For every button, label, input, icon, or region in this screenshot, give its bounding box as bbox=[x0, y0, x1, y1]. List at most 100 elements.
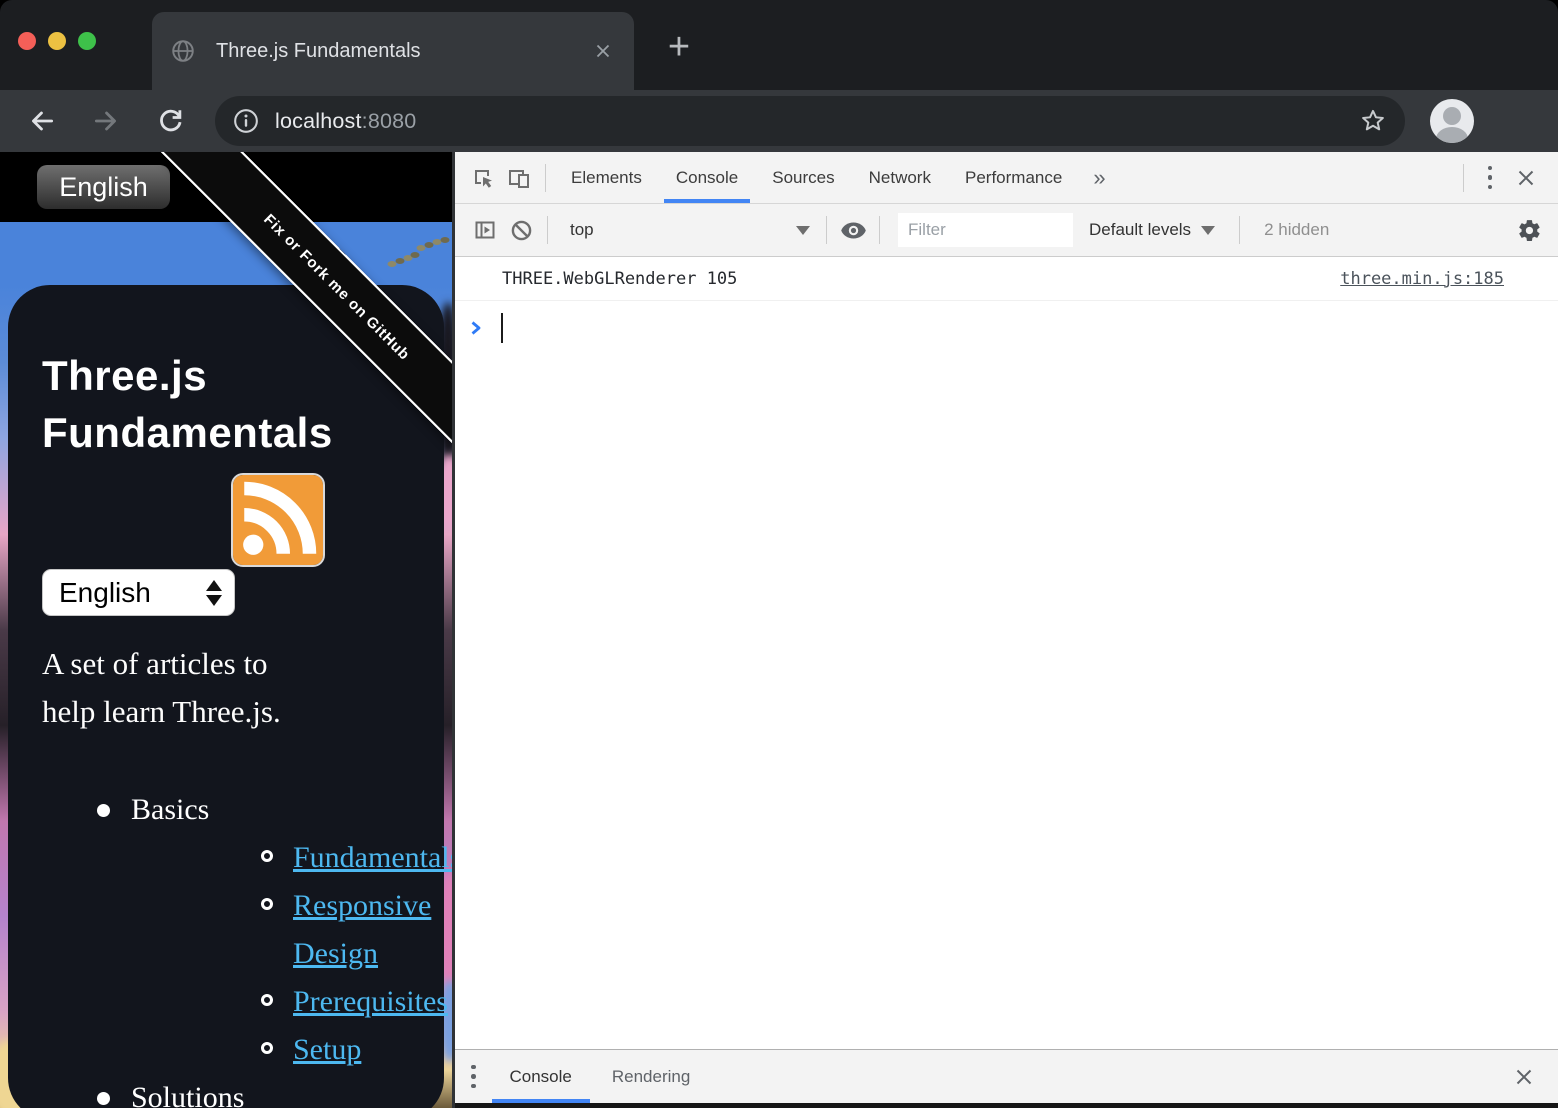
console-messages: THREE.WebGLRenderer 105 three.min.js:185 bbox=[455, 257, 1558, 1049]
bullet-icon bbox=[261, 994, 273, 1006]
link-prerequisites[interactable]: Prerequisites bbox=[293, 985, 448, 1018]
profile-avatar[interactable] bbox=[1430, 99, 1474, 143]
separator bbox=[545, 164, 546, 192]
bookmark-star-icon[interactable] bbox=[1359, 107, 1387, 135]
new-tab-button[interactable]: + bbox=[652, 20, 706, 74]
minimize-window-button[interactable] bbox=[48, 32, 66, 50]
background-chain bbox=[384, 236, 450, 272]
tab-console[interactable]: Console bbox=[659, 152, 755, 203]
device-toolbar-icon[interactable] bbox=[501, 160, 537, 196]
console-log-row: THREE.WebGLRenderer 105 three.min.js:185 bbox=[455, 257, 1558, 301]
traffic-lights bbox=[18, 32, 96, 50]
site-info-icon[interactable] bbox=[233, 108, 259, 134]
nav-sublist: Fundamentals Responsive Design Prerequis… bbox=[131, 834, 424, 1074]
select-arrows-icon bbox=[206, 580, 222, 606]
prompt-chevron-icon bbox=[470, 320, 482, 336]
settings-gear-icon[interactable] bbox=[1512, 213, 1546, 247]
zoom-window-button[interactable] bbox=[78, 32, 96, 50]
nav-section-label: Solutions bbox=[131, 1081, 244, 1108]
tab-performance[interactable]: Performance bbox=[948, 152, 1079, 203]
rss-icon bbox=[233, 475, 323, 565]
more-tabs-icon[interactable]: » bbox=[1079, 165, 1119, 191]
console-sidebar-icon[interactable] bbox=[467, 212, 503, 248]
avatar-head bbox=[1443, 107, 1461, 125]
back-button[interactable] bbox=[26, 105, 58, 137]
address-bar[interactable]: localhost:8080 bbox=[215, 96, 1405, 146]
nav-item: Setup bbox=[131, 1026, 424, 1074]
forward-button[interactable] bbox=[90, 105, 122, 137]
console-source-link[interactable]: three.min.js:185 bbox=[1340, 269, 1504, 289]
link-responsive-design[interactable]: Responsive Design bbox=[293, 889, 431, 970]
console-toolbar: top Default levels 2 hidden bbox=[455, 204, 1558, 257]
bullet-icon bbox=[261, 850, 273, 862]
drawer-close-icon[interactable] bbox=[1506, 1059, 1542, 1095]
page-title: Three.js Fundamentals bbox=[42, 347, 424, 461]
language-tab-english[interactable]: English bbox=[37, 165, 170, 209]
browser-toolbar: localhost:8080 bbox=[0, 90, 1558, 152]
tab-elements[interactable]: Elements bbox=[554, 152, 659, 203]
language-select[interactable]: English bbox=[42, 569, 235, 616]
devtools-menu-icon[interactable] bbox=[1472, 160, 1508, 196]
tab-network[interactable]: Network bbox=[852, 152, 948, 203]
separator bbox=[1463, 164, 1464, 192]
rss-link[interactable] bbox=[233, 475, 323, 565]
reload-button[interactable] bbox=[155, 105, 187, 137]
console-prompt[interactable] bbox=[455, 301, 1558, 347]
intro-text: A set of articles to help learn Three.js… bbox=[42, 640, 424, 736]
page-panel: Three.js Fundamentals English A set of a… bbox=[8, 285, 444, 1108]
clear-console-icon[interactable] bbox=[503, 212, 539, 248]
console-log-message: THREE.WebGLRenderer 105 bbox=[502, 269, 1340, 289]
bullet-icon bbox=[97, 804, 110, 817]
url-text: localhost:8080 bbox=[275, 109, 1359, 134]
devtools-close-icon[interactable] bbox=[1508, 160, 1544, 196]
chevron-down-icon bbox=[1201, 226, 1215, 235]
link-setup[interactable]: Setup bbox=[293, 1033, 361, 1066]
nav-section-solutions: Solutions bbox=[42, 1074, 424, 1108]
page-nav: Basics Fundamentals Responsive Design Pr… bbox=[42, 786, 424, 1108]
window-bottom-edge bbox=[455, 1103, 1558, 1108]
bullet-icon bbox=[261, 1042, 273, 1054]
nav-item: Prerequisites bbox=[131, 978, 424, 1026]
drawer-tab-rendering[interactable]: Rendering bbox=[592, 1050, 710, 1103]
nav-item: Fundamentals bbox=[131, 834, 424, 882]
bullet-icon bbox=[97, 1092, 110, 1105]
nav-item: Responsive Design bbox=[131, 882, 424, 978]
browser-window: { "browser": { "tab_title": "Three.js Fu… bbox=[0, 0, 1558, 1108]
inspect-element-icon[interactable] bbox=[465, 160, 501, 196]
intro-line1: A set of articles to bbox=[42, 640, 424, 688]
content-area: English Three.js Fundamentals English bbox=[0, 152, 1558, 1108]
intro-line2: help learn Three.js. bbox=[42, 688, 424, 736]
tab-title: Three.js Fundamentals bbox=[216, 40, 590, 63]
text-cursor bbox=[501, 313, 503, 343]
live-expression-eye-icon[interactable] bbox=[835, 212, 871, 248]
devtools-panel: Elements Console Sources Network Perform… bbox=[452, 152, 1558, 1108]
chevron-down-icon bbox=[796, 226, 810, 235]
devtools-tabbar: Elements Console Sources Network Perform… bbox=[455, 152, 1558, 204]
url-port: :8080 bbox=[362, 109, 417, 133]
filter-input[interactable] bbox=[898, 213, 1073, 247]
nav-section-basics: Basics Fundamentals Responsive Design Pr… bbox=[42, 786, 424, 1074]
link-fundamentals[interactable]: Fundamentals bbox=[293, 841, 452, 874]
separator bbox=[1239, 216, 1240, 244]
drawer-tab-console[interactable]: Console bbox=[490, 1050, 592, 1103]
avatar-torso bbox=[1436, 127, 1468, 143]
window-titlebar: Three.js Fundamentals + bbox=[0, 0, 1558, 90]
devtools-drawer: Console Rendering bbox=[455, 1049, 1558, 1103]
tab-sources[interactable]: Sources bbox=[755, 152, 851, 203]
nav-section-label: Basics bbox=[131, 793, 209, 826]
url-host: localhost bbox=[275, 109, 362, 133]
language-select-value: English bbox=[59, 577, 206, 609]
page-title-line2: Fundamentals bbox=[42, 404, 424, 461]
context-selected: top bbox=[570, 220, 796, 240]
separator bbox=[547, 216, 548, 244]
log-levels-selector[interactable]: Default levels bbox=[1073, 220, 1231, 240]
tab-close-icon[interactable] bbox=[590, 38, 616, 64]
globe-favicon-icon bbox=[170, 38, 196, 64]
separator bbox=[826, 216, 827, 244]
browser-tab[interactable]: Three.js Fundamentals bbox=[152, 12, 634, 90]
context-selector[interactable]: top bbox=[556, 220, 818, 240]
drawer-menu-icon[interactable] bbox=[471, 1065, 476, 1089]
separator bbox=[879, 216, 880, 244]
webpage-viewport: English Three.js Fundamentals English bbox=[0, 152, 452, 1108]
close-window-button[interactable] bbox=[18, 32, 36, 50]
